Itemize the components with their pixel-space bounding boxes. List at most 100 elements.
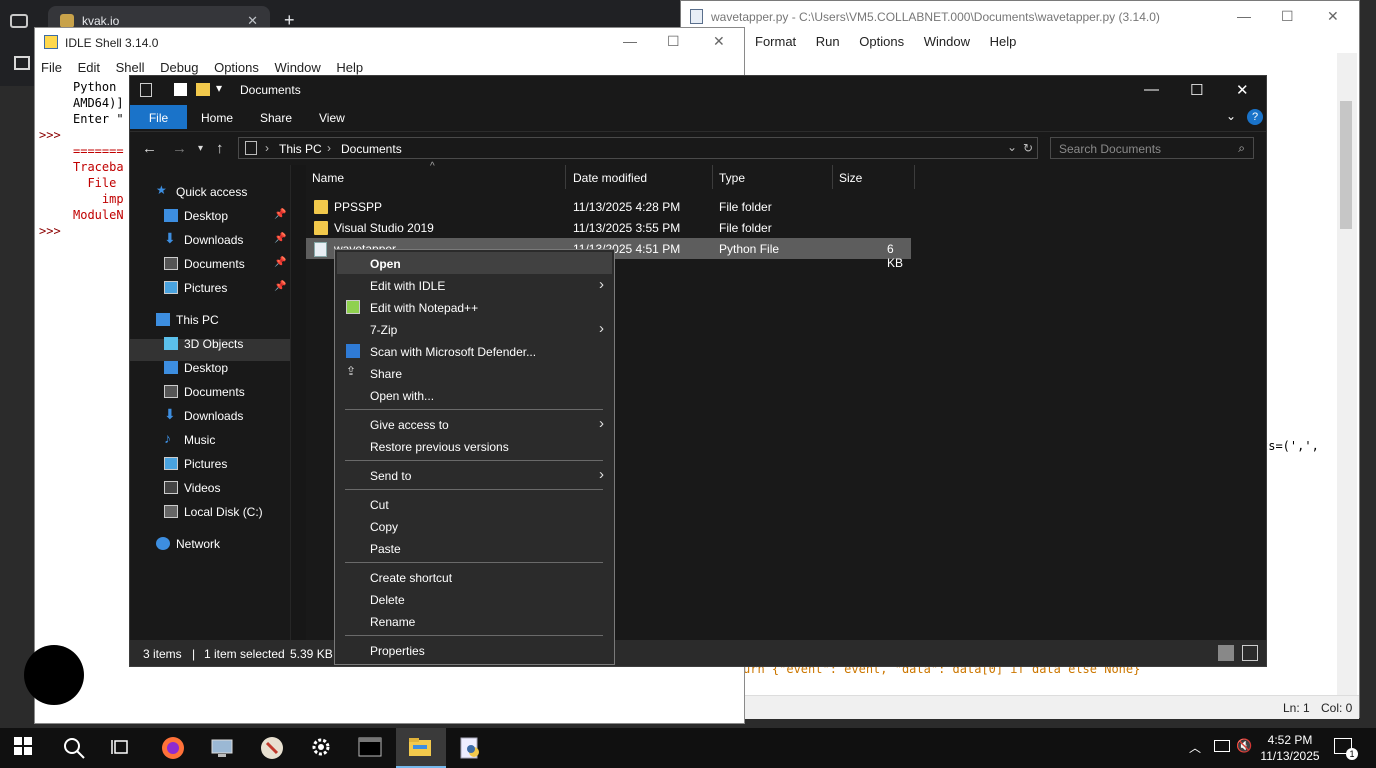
breadcrumb-this-pc[interactable]: This PC (279, 142, 322, 156)
close-button[interactable]: ✕ (713, 33, 725, 50)
column-header-date[interactable]: Date modified (567, 165, 713, 189)
minimize-button[interactable]: — (623, 33, 637, 49)
nav-quick-pictures[interactable]: Pictures 📌 (130, 277, 290, 299)
app-icon[interactable] (260, 736, 284, 760)
close-button[interactable]: ✕ (1327, 8, 1339, 25)
menu-item-share[interactable]: ⇪ Share (337, 362, 612, 384)
nav-network[interactable]: Network (130, 533, 290, 555)
checkmark-icon[interactable] (174, 83, 187, 96)
menu-options[interactable]: Options (859, 34, 904, 49)
menu-item-create-shortcut[interactable]: Create shortcut (337, 566, 612, 588)
menu-file[interactable]: File (41, 60, 62, 75)
vertical-scrollbar[interactable] (1337, 53, 1357, 695)
menu-help[interactable]: Help (990, 34, 1017, 49)
terminal-icon[interactable] (358, 736, 382, 760)
menu-item-give-access[interactable]: Give access to › (337, 413, 612, 435)
menu-item-cut[interactable]: Cut (337, 493, 612, 515)
menu-edit[interactable]: Edit (78, 60, 100, 75)
nav-this-pc[interactable]: This PC (130, 309, 290, 331)
tab-actions-icon[interactable] (10, 14, 28, 28)
menu-item-restore-versions[interactable]: Restore previous versions (337, 435, 612, 457)
menu-format[interactable]: Format (755, 34, 796, 49)
menu-item-copy[interactable]: Copy (337, 515, 612, 537)
recent-locations-icon[interactable]: ▾ (198, 143, 203, 154)
nav-videos[interactable]: Videos (130, 477, 290, 499)
maximize-button[interactable]: ☐ (1281, 8, 1294, 25)
menu-debug[interactable]: Debug (160, 60, 198, 75)
task-view-icon[interactable] (110, 736, 134, 760)
nav-pane-scrollbar[interactable] (290, 165, 306, 640)
customize-toolbar-icon[interactable]: ▾ (216, 81, 222, 95)
tab-share[interactable]: Share (260, 105, 292, 129)
file-row[interactable]: Visual Studio 2019 11/13/2025 3:55 PM Fi… (306, 217, 911, 238)
new-folder-icon[interactable] (196, 83, 210, 96)
help-icon[interactable]: ? (1247, 109, 1263, 125)
large-icons-view-icon[interactable] (1242, 645, 1258, 661)
breadcrumb-documents[interactable]: Documents (341, 142, 402, 156)
maximize-button[interactable]: ☐ (1190, 81, 1203, 99)
menu-run[interactable]: Run (816, 34, 840, 49)
network-computer-icon[interactable] (210, 736, 234, 760)
menu-options[interactable]: Options (214, 60, 259, 75)
nav-documents[interactable]: Documents (130, 381, 290, 403)
settings-gear-icon[interactable] (310, 736, 334, 760)
details-view-icon[interactable] (1218, 645, 1234, 661)
nav-local-disk[interactable]: Local Disk (C:) (130, 501, 290, 523)
menu-item-send-to[interactable]: Send to › (337, 464, 612, 486)
menu-item-edit-with-idle[interactable]: Edit with IDLE › (337, 274, 612, 296)
menu-item-open[interactable]: Open (337, 252, 612, 274)
system-clock[interactable]: 4:52 PM 11/13/2025 (1258, 732, 1322, 764)
column-header-type[interactable]: Type (713, 165, 833, 189)
nav-downloads[interactable]: ⬇ Downloads (130, 405, 290, 427)
nav-quick-documents[interactable]: Documents 📌 (130, 253, 290, 275)
search-input[interactable]: Search Documents ⌕ (1050, 137, 1254, 159)
floating-widget[interactable] (24, 645, 84, 705)
volume-muted-icon[interactable]: 🔇 (1236, 738, 1252, 754)
menu-item-properties[interactable]: Properties (337, 639, 612, 661)
chevron-up-icon[interactable]: ︿ (1189, 739, 1201, 756)
column-header-name[interactable]: Name (306, 165, 566, 189)
menu-item-scan-defender[interactable]: Scan with Microsoft Defender... (337, 340, 612, 362)
scrollbar-thumb[interactable] (1340, 101, 1352, 229)
menu-item-open-with[interactable]: Open with... (337, 384, 612, 406)
search-icon[interactable]: ⌕ (1238, 141, 1245, 156)
up-arrow-icon[interactable]: ↑ (216, 140, 224, 157)
column-header-size[interactable]: Size (833, 165, 915, 189)
menu-help[interactable]: Help (336, 60, 363, 75)
refresh-icon[interactable]: ↻ (1023, 141, 1033, 155)
menu-window[interactable]: Window (275, 60, 321, 75)
menu-shell[interactable]: Shell (116, 60, 145, 75)
file-row[interactable]: PPSSPP 11/13/2025 4:28 PM File folder (306, 196, 911, 217)
minimize-button[interactable]: — (1144, 81, 1159, 98)
minimize-button[interactable]: — (1237, 8, 1251, 24)
menu-item-7zip[interactable]: 7-Zip › (337, 318, 612, 340)
python-idle-icon[interactable] (458, 736, 482, 760)
network-status-icon[interactable] (1214, 740, 1230, 752)
forward-arrow-icon[interactable]: → (172, 140, 187, 157)
menu-item-rename[interactable]: Rename (337, 610, 612, 632)
nav-quick-downloads[interactable]: ⬇ Downloads 📌 (130, 229, 290, 251)
nav-pictures[interactable]: Pictures (130, 453, 290, 475)
firefox-icon[interactable] (161, 736, 185, 760)
back-arrow-icon[interactable]: ← (142, 140, 157, 157)
menu-item-edit-with-notepad[interactable]: Edit with Notepad++ (337, 296, 612, 318)
nav-quick-desktop[interactable]: Desktop 📌 (130, 205, 290, 227)
properties-icon[interactable] (140, 83, 152, 97)
tab-view[interactable]: View (319, 105, 345, 129)
code-line[interactable]: ts=(',', (1261, 439, 1319, 453)
menu-item-delete[interactable]: Delete (337, 588, 612, 610)
tab-home[interactable]: Home (201, 105, 233, 129)
search-icon[interactable] (62, 736, 86, 760)
tab-file[interactable]: File (130, 105, 187, 129)
maximize-button[interactable]: ☐ (667, 33, 680, 50)
nav-music[interactable]: ♪ Music (130, 429, 290, 451)
address-dropdown-icon[interactable]: ⌄ (1007, 140, 1017, 154)
nav-3d-objects[interactable]: 3D Objects (130, 333, 290, 355)
address-box[interactable]: › This PC › Documents ⌄ ↻ (238, 137, 1038, 159)
menu-window[interactable]: Window (924, 34, 970, 49)
expand-ribbon-icon[interactable]: ⌄ (1226, 109, 1236, 123)
menu-item-paste[interactable]: Paste (337, 537, 612, 559)
window-restore-icon[interactable] (14, 56, 30, 70)
nav-quick-access[interactable]: ★ Quick access (130, 181, 290, 203)
nav-desktop[interactable]: Desktop (130, 357, 290, 379)
